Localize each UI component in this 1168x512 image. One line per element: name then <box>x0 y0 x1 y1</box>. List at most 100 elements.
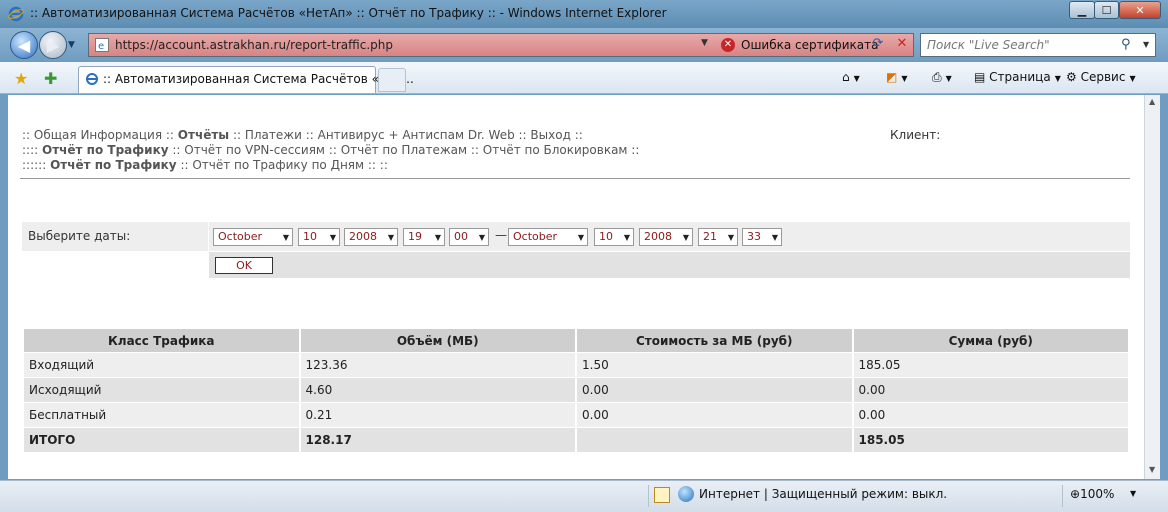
zoom-dropdown-icon[interactable]: ▼ <box>1130 489 1136 498</box>
tools-menu-button[interactable]: ⚙ Сервис ▼ <box>1066 70 1136 84</box>
to-year-select[interactable]: 2008 ▼ <box>639 228 693 246</box>
from-year-value: 2008 <box>349 230 377 243</box>
close-window-button[interactable]: ✕ <box>1119 1 1161 19</box>
chevron-down-icon: ▼ <box>727 233 734 242</box>
zoom-level[interactable]: ⊕100% <box>1070 487 1114 501</box>
date-range-label: Выберите даты: <box>22 222 208 251</box>
search-box[interactable]: Поиск "Live Search" ⚲ ▼ <box>920 33 1156 57</box>
to-year-value: 2008 <box>644 230 672 243</box>
scroll-up-icon[interactable]: ▲ <box>1149 97 1155 106</box>
refresh-icon[interactable]: ⟳ <box>869 36 887 54</box>
window-frame-right <box>1160 95 1168 512</box>
menu-separator: :: <box>324 143 341 157</box>
to-month-select[interactable]: October ▼ <box>508 228 588 246</box>
printer-icon: ⎙ <box>932 70 942 84</box>
security-warning-icon[interactable] <box>654 487 670 503</box>
address-bar[interactable]: e https://account.astrakhan.ru/report-tr… <box>88 33 914 57</box>
svg-text:e: e <box>98 41 104 52</box>
date-range-form: Выберите даты: October ▼ 10 ▼ 2008 ▼ 19 ▼ 00… <box>22 222 1130 278</box>
menu-link[interactable]: Отчёт по Трафику по Дням <box>192 158 364 172</box>
to-minute-select[interactable]: 33 ▼ <box>742 228 782 246</box>
ok-button[interactable]: OK <box>215 257 273 274</box>
table-row: Исходящий 4.60 0.00 0.00 <box>24 378 1128 402</box>
ie-page-icon <box>86 73 98 85</box>
maximize-button[interactable]: ☐ <box>1094 1 1119 19</box>
table-cell: Исходящий <box>24 378 299 402</box>
from-month-select[interactable]: October ▼ <box>213 228 293 246</box>
tab-active[interactable]: :: Автоматизированная Система Расчётов «… <box>78 66 414 93</box>
table-row: Бесплатный 0.21 0.00 0.00 <box>24 403 1128 427</box>
chevron-down-icon: ▼ <box>682 233 689 242</box>
menu-link[interactable]: Отчёт по VPN-сессиям <box>184 143 325 157</box>
address-dropdown-icon[interactable]: ▼ <box>701 38 708 48</box>
column-header: Объём (МБ) <box>300 329 575 352</box>
feeds-button[interactable]: ◩ ▼ <box>886 70 908 84</box>
menu-separator: :: <box>301 128 318 142</box>
table-header-row: Класс Трафика Объём (МБ) Стоимость за МБ… <box>24 329 1128 352</box>
table-cell: Входящий <box>24 353 299 377</box>
table-cell: 4.60 <box>300 378 575 402</box>
menu-link[interactable]: Отчёт по Трафику <box>42 143 169 157</box>
menu-link[interactable]: Отчёт по Блокировкам <box>483 143 628 157</box>
new-tab-button[interactable] <box>378 68 406 92</box>
menu-link[interactable]: Платежи <box>245 128 302 142</box>
menu-link[interactable]: Выход <box>530 128 570 142</box>
menu-link[interactable]: Отчёт по Платежам <box>341 143 467 157</box>
menu-link[interactable]: Отчёт по Трафику <box>50 158 177 172</box>
home-button[interactable]: ⌂ ▼ <box>842 70 860 84</box>
minimize-icon: ▁ <box>1077 3 1087 17</box>
ie-page-icon: e <box>95 38 109 52</box>
add-favorite-icon[interactable]: ✚ <box>44 69 57 88</box>
scroll-down-icon[interactable]: ▼ <box>1149 465 1155 474</box>
column-header: Класс Трафика <box>24 329 299 352</box>
history-dropdown-icon[interactable]: ▼ <box>68 40 75 50</box>
menu-separator: :::: <box>22 143 42 157</box>
date-range-separator: — <box>495 228 507 242</box>
vertical-scrollbar[interactable]: ▲ ▼ <box>1144 95 1160 479</box>
to-hour-select[interactable]: 21 ▼ <box>698 228 738 246</box>
from-day-value: 10 <box>303 230 317 243</box>
search-icon[interactable]: ⚲ <box>1121 37 1131 52</box>
chevron-down-icon: ▼ <box>945 74 952 83</box>
back-button[interactable]: ◀ <box>10 31 38 59</box>
chevron-down-icon: ▼ <box>1129 74 1136 83</box>
menu-link[interactable]: Общая Информация <box>34 128 162 142</box>
traffic-submenu: :::::: Отчёт по Трафику :: Отчёт по Траф… <box>22 158 388 172</box>
search-dropdown-icon[interactable]: ▼ <box>1143 40 1149 49</box>
security-zone-text[interactable]: Интернет | Защищенный режим: выкл. <box>699 487 947 501</box>
reports-submenu: :::: Отчёт по Трафику :: Отчёт по VPN-се… <box>22 143 639 157</box>
search-placeholder[interactable]: Поиск "Live Search" <box>927 38 1050 52</box>
to-day-value: 10 <box>599 230 613 243</box>
chevron-down-icon: ▼ <box>329 233 336 242</box>
from-hour-select[interactable]: 19 ▼ <box>403 228 445 246</box>
forward-button[interactable]: ▶ <box>39 31 67 59</box>
certificate-error-icon[interactable]: ✕ <box>721 38 735 52</box>
tab-label: :: Автоматизированная Система Расчётов «… <box>103 72 414 86</box>
table-total-row: ИТОГО 128.17 185.05 <box>24 428 1128 452</box>
from-day-select[interactable]: 10 ▼ <box>298 228 340 246</box>
favorites-star-icon[interactable]: ★ <box>14 69 28 88</box>
from-minute-value: 00 <box>454 230 468 243</box>
menu-separator: :: <box>162 128 178 142</box>
stop-icon[interactable]: ✕ <box>893 36 911 54</box>
menu-link[interactable]: Антивирус + Антиспам Dr. Web <box>318 128 515 142</box>
menu-separator: :: <box>514 128 531 142</box>
globe-icon <box>678 486 694 502</box>
from-year-select[interactable]: 2008 ▼ <box>344 228 398 246</box>
status-separator <box>648 485 649 507</box>
to-day-select[interactable]: 10 ▼ <box>594 228 634 246</box>
chevron-down-icon: ▼ <box>478 233 485 242</box>
certificate-error-label[interactable]: Ошибка сертификата <box>741 38 878 52</box>
page-menu-button[interactable]: ▤ Страница ▼ <box>974 70 1061 84</box>
table-row: Входящий 123.36 1.50 185.05 <box>24 353 1128 377</box>
print-button[interactable]: ⎙ ▼ <box>932 70 952 85</box>
status-bar: Интернет | Защищенный режим: выкл. ⊕100%… <box>0 480 1168 512</box>
menu-link[interactable]: Отчёты <box>178 128 229 142</box>
url-text[interactable]: https://account.astrakhan.ru/report-traf… <box>115 38 393 52</box>
traffic-table: Класс Трафика Объём (МБ) Стоимость за МБ… <box>22 328 1130 453</box>
arrow-right-icon: ▶ <box>46 35 60 55</box>
menu-separator: :: <box>570 128 583 142</box>
menu-separator: :: <box>22 128 34 142</box>
from-minute-select[interactable]: 00 ▼ <box>449 228 489 246</box>
minimize-button[interactable]: ▁ <box>1069 1 1095 19</box>
